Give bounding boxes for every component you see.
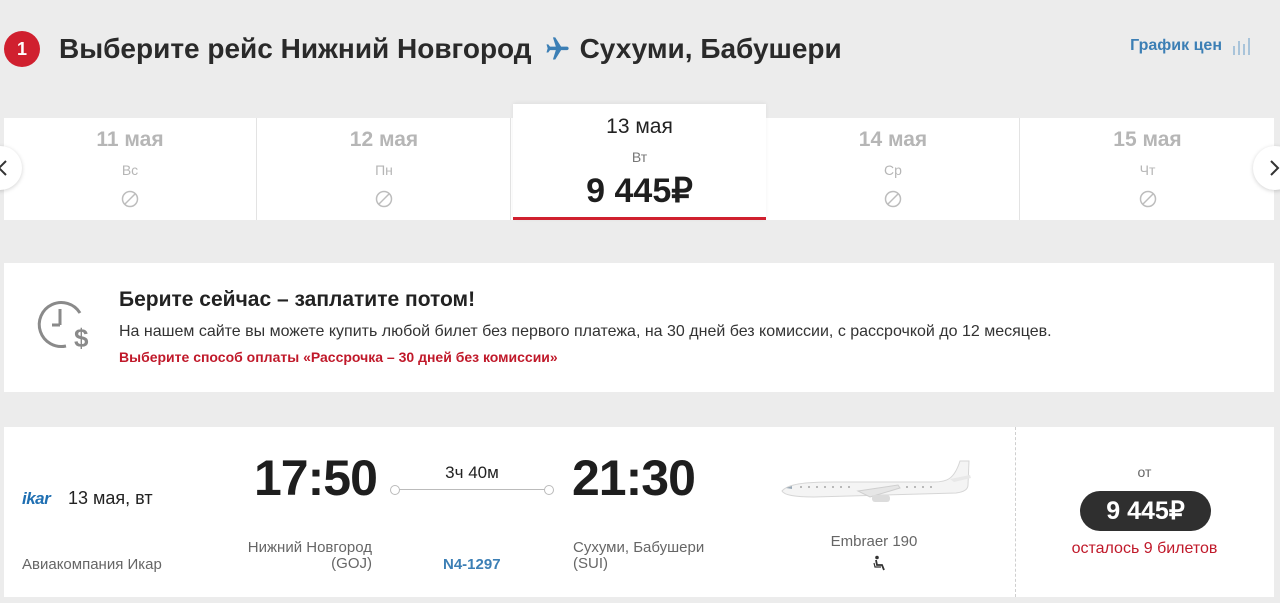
page-title-destination: Сухуми, Бабушери [579,33,842,64]
weekday-label: Чт [1139,162,1156,178]
weekday-label: Вт [631,149,648,165]
chevron-right-icon [1270,160,1280,176]
select-flight-price-button[interactable]: 9 445₽ [1080,491,1211,531]
flight-duration: 3ч 40м [445,463,499,482]
date-option-11-may[interactable]: 11 мая Вс [4,118,257,220]
date-label: 11 мая [96,128,164,151]
chevron-left-icon [0,160,7,176]
unavailable-icon [4,190,256,208]
next-dates-button[interactable] [1253,146,1280,190]
flight-result-card[interactable]: ikar 13 мая, вт Авиакомпания Икар 17:50 … [4,427,1274,597]
date-label: 12 мая [349,128,419,151]
date-option-15-may[interactable]: 15 мая Чт [1021,118,1274,220]
clock-dollar-icon: $ [36,295,94,353]
svg-text:$: $ [74,323,89,353]
installment-payment-link[interactable]: Выберите способ оплаты «Рассрочка – 30 д… [119,349,558,365]
aircraft-model: Embraer 190 [830,533,918,550]
date-selector: 11 мая Вс 12 мая Пн 13 мая Вт 9 445₽ 14 … [4,104,1274,220]
departure-code: (GOJ) [331,555,372,572]
arrival-city: Сухуми, Бабушери [573,539,705,556]
weekday-label: Вс [121,162,139,178]
date-option-12-may[interactable]: 12 мая Пн [258,118,511,220]
aircraft-image [774,455,974,511]
unavailable-icon [767,190,1019,208]
arrival-dot [544,485,554,495]
date-price: 9 445₽ [586,172,693,210]
previous-dates-button[interactable] [0,146,22,190]
promo-description: На нашем сайте вы можете купить любой би… [119,323,1052,340]
airline-logo: ikar [22,489,51,508]
route-line [390,485,554,495]
arrival-time: 21:30 [572,450,696,506]
promo-title: Берите сейчас – заплатите потом! [119,288,476,311]
page-title-origin: Выберите рейс Нижний Новгород [59,33,532,64]
unavailable-icon [1021,190,1274,208]
step-number-badge: 1 [4,31,40,67]
date-option-14-may[interactable]: 14 мая Ср [767,118,1020,220]
price-chart-link[interactable]: График цен [1130,37,1254,55]
arrival-code: (SUI) [573,555,608,572]
installment-promo-banner: $ Берите сейчас – заплатите потом! На на… [4,263,1274,392]
date-label: 14 мая [858,128,928,151]
plane-icon [543,35,571,63]
flight-number-link[interactable]: N4-1297 [443,556,501,573]
departure-city: Нижний Новгород [247,539,372,556]
seats-left-notice: осталось 9 билетов [1071,540,1218,557]
price-from-label: от [1137,464,1152,480]
flight-date: 13 мая, вт [68,488,153,508]
arrival-airport: Сухуми, Бабушери (SUI) [573,540,704,572]
date-label: 13 мая [606,115,673,138]
unavailable-icon [258,190,510,208]
departure-time: 17:50 [254,450,378,506]
departure-airport: Нижний Новгород (GOJ) [214,540,372,572]
departure-dot [390,485,400,495]
weekday-label: Ср [884,162,902,178]
weekday-label: Пн [375,162,393,178]
page-title: Выберите рейс Нижний Новгород Сухуми, Ба… [59,30,842,68]
price-chart-label: График цен [1130,37,1222,54]
date-option-13-may-selected[interactable]: 13 мая Вт 9 445₽ [513,104,766,220]
price-divider [1015,427,1016,597]
bar-chart-icon [1232,37,1254,55]
legroom-seat-icon [872,555,888,571]
date-label: 15 мая [1113,128,1182,151]
airline-name: Авиакомпания Икар [22,556,162,573]
